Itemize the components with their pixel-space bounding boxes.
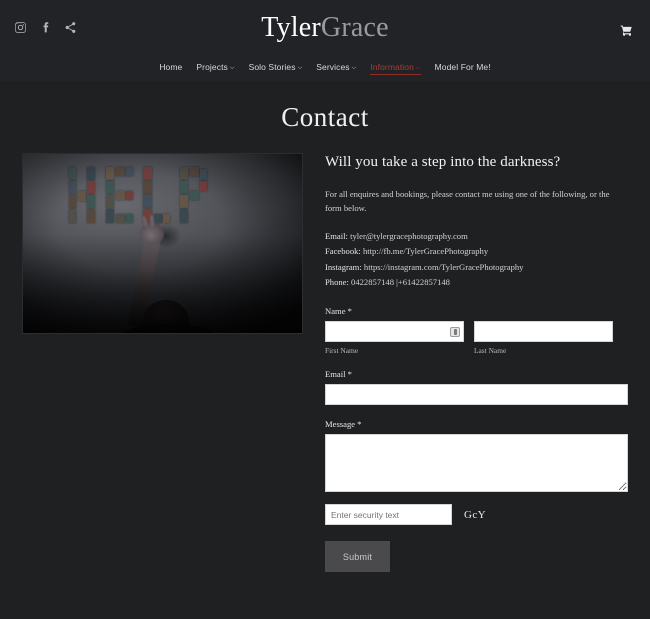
contact-value: https://instagram.com/TylerGracePhotogra… — [363, 261, 524, 272]
site-logo[interactable]: TylerGrace — [0, 14, 650, 42]
email-group: Email * — [325, 369, 628, 406]
intro-paragraph: For all enquires and bookings, please co… — [325, 188, 610, 213]
contact-label: Facebook: — [325, 246, 361, 257]
first-name-sublabel: First Name — [325, 346, 359, 356]
captcha-challenge-text: GcY — [464, 508, 486, 521]
nav-item-solo-stories[interactable]: Solo Stories ⌵ — [249, 62, 303, 75]
nav-item-home[interactable]: Home — [159, 62, 182, 75]
photo-vignette — [23, 154, 302, 333]
text-column: Will you take a step into the darkness? … — [325, 152, 650, 573]
contact-label: Email: — [325, 231, 348, 242]
message-textarea[interactable] — [325, 434, 628, 493]
chevron-down-icon: ⌵ — [297, 64, 303, 71]
contact-detail-email: Email: tyler@tylergracephotography.com — [325, 229, 628, 244]
logo-primary: Tyler — [261, 12, 321, 43]
contact-label: Phone: — [325, 276, 349, 287]
chevron-down-icon: ⌵ — [229, 64, 235, 71]
contact-label: Instagram: — [325, 261, 362, 272]
contact-value: 0422857148 |+61422857148 — [351, 276, 450, 287]
contact-detail-instagram: Instagram: https://instagram.com/TylerGr… — [325, 260, 628, 275]
contact-card-autofill-icon[interactable] — [450, 326, 460, 337]
chevron-down-icon: ⌵ — [415, 64, 421, 71]
contact-hero-photo — [22, 153, 303, 334]
nav-item-label: Information — [370, 61, 414, 72]
contact-value: http://fb.me/TylerGracePhotography — [362, 246, 489, 257]
content-area: Will you take a step into the darkness? … — [0, 152, 650, 573]
nav-item-label: Projects — [196, 61, 228, 72]
message-group: Message * — [325, 419, 628, 493]
nav-item-label: Home — [159, 61, 183, 72]
chevron-down-icon: ⌵ — [351, 64, 357, 71]
last-name-input[interactable] — [474, 321, 613, 343]
site-header: TylerGrace — [0, 0, 650, 55]
contact-value: tyler@tylergracephotography.com — [350, 231, 468, 242]
photo-column — [0, 152, 325, 334]
submit-button[interactable]: Submit — [325, 541, 390, 573]
contact-detail-facebook: Facebook: http://fb.me/TylerGracePhotogr… — [325, 244, 628, 259]
contact-form: Name * First Name Last Name Email * Mess… — [325, 306, 628, 573]
shopping-cart-icon[interactable] — [620, 23, 634, 37]
nav-item-information[interactable]: Information ⌵ — [370, 61, 421, 75]
contact-details-list: Email: tyler@tylergracephotography.com F… — [325, 229, 628, 290]
logo-secondary: Grace — [320, 12, 389, 43]
main-navigation: Home Projects ⌵ Solo Stories ⌵ Services … — [0, 55, 650, 81]
name-field-label: Name * — [325, 306, 352, 317]
page-title: Contact — [281, 102, 369, 132]
nav-item-label: Solo Stories — [248, 61, 296, 72]
nav-item-services[interactable]: Services ⌵ — [316, 62, 356, 75]
section-headline: Will you take a step into the darkness? — [325, 154, 561, 170]
nav-item-model-for-me[interactable]: Model For Me! — [435, 62, 491, 75]
last-name-sublabel: Last Name — [474, 346, 507, 356]
email-field-label: Email * — [325, 369, 352, 380]
security-text-input[interactable] — [325, 504, 452, 526]
first-name-input[interactable] — [325, 321, 464, 343]
last-name-group: Last Name — [474, 321, 613, 355]
nav-item-projects[interactable]: Projects ⌵ — [196, 62, 234, 75]
contact-detail-phone: Phone: 0422857148 |+61422857148 — [325, 275, 628, 290]
email-input[interactable] — [325, 384, 628, 406]
page-root: TylerGrace Home Projects ⌵ Solo Stories … — [0, 0, 650, 619]
message-field-label: Message * — [325, 419, 362, 430]
captcha-row: GcY — [325, 504, 628, 526]
name-row: First Name Last Name — [325, 321, 628, 355]
first-name-input-wrap — [325, 321, 464, 343]
first-name-group: First Name — [325, 321, 464, 355]
nav-item-label: Model For Me! — [434, 61, 491, 72]
nav-item-label: Services — [316, 61, 350, 72]
